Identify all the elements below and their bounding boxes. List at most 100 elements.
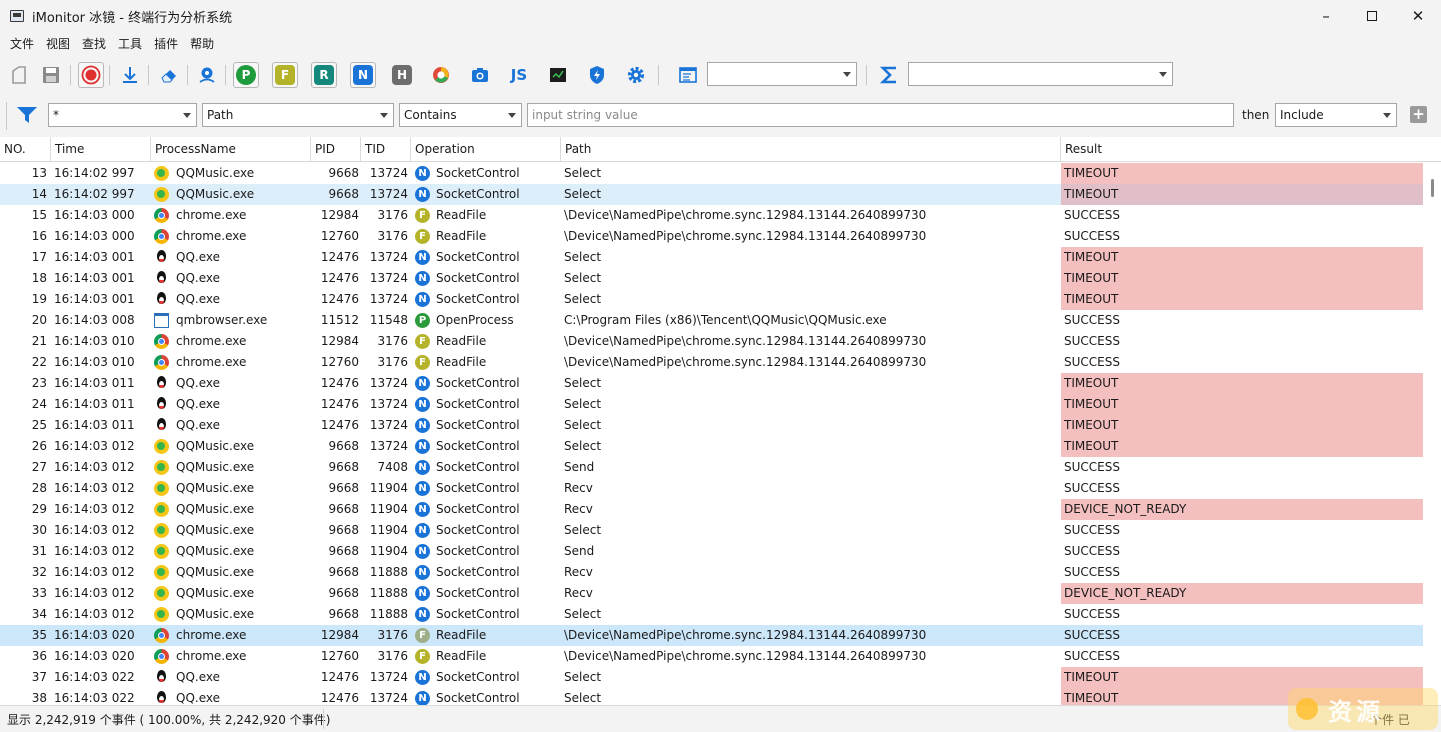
row-time: 16:14:03 020 [54, 649, 135, 663]
menu-file[interactable]: 文件 [4, 34, 40, 54]
watermark-text: 资源 [1328, 697, 1384, 726]
sum-button[interactable] [877, 62, 903, 88]
row-process-name: QQMusic.exe [176, 439, 255, 453]
row-pid: 12760 [320, 649, 359, 663]
operation-type-icon: N [415, 418, 430, 433]
file-filter-button[interactable]: F [272, 62, 298, 88]
clear-button[interactable] [156, 62, 182, 88]
column-header-result[interactable]: Result [1061, 137, 1441, 162]
registry-filter-button[interactable]: R [311, 62, 337, 88]
screenshot-button[interactable] [467, 62, 493, 88]
settings-button[interactable] [623, 62, 649, 88]
event-log-button[interactable] [675, 62, 701, 88]
registry-badge-icon: R [314, 65, 334, 85]
table-row[interactable]: 20 16:14:03 008 qmbrowser.exe 11512 11548 P Op… [0, 310, 1423, 331]
table-row[interactable]: 38 16:14:03 022 QQ.exe 12476 13724 N SocketCon… [0, 688, 1423, 705]
menu-tools[interactable]: 工具 [112, 34, 148, 54]
table-row[interactable]: 36 16:14:03 020 chrome.exe 12760 3176 F ReadFi… [0, 646, 1423, 667]
column-header-tid[interactable]: TID [361, 137, 411, 162]
column-header-time[interactable]: Time [51, 137, 151, 162]
table-row[interactable]: 16 16:14:03 000 chrome.exe 12760 3176 F ReadFi… [0, 226, 1423, 247]
table-row[interactable]: 19 16:14:03 001 QQ.exe 12476 13724 N SocketCon… [0, 289, 1423, 310]
table-row[interactable]: 25 16:14:03 011 QQ.exe 12476 13724 N SocketCon… [0, 415, 1423, 436]
table-row[interactable]: 17 16:14:03 001 QQ.exe 12476 13724 N SocketCon… [0, 247, 1423, 268]
table-row[interactable]: 29 16:14:03 012 QQMusic.exe 9668 11904 N Socke… [0, 499, 1423, 520]
menu-find[interactable]: 查找 [76, 34, 112, 54]
aggregate-select[interactable] [908, 62, 1173, 86]
qq-process-icon [154, 250, 169, 265]
network-filter-button[interactable]: N [350, 62, 376, 88]
location-button[interactable] [194, 62, 220, 88]
qqmusic-process-icon [154, 166, 169, 181]
menu-help[interactable]: 帮助 [184, 34, 220, 54]
menu-plugins[interactable]: 插件 [148, 34, 184, 54]
download-button[interactable] [117, 62, 143, 88]
field-filter-value: Path [207, 108, 234, 122]
operation-type-icon: F [415, 208, 430, 223]
app-icon [10, 10, 24, 22]
table-row[interactable]: 37 16:14:03 022 QQ.exe 12476 13724 N SocketCon… [0, 667, 1423, 688]
scrollbar-thumb[interactable] [1431, 179, 1434, 197]
table-row[interactable]: 34 16:14:03 012 QQMusic.exe 9668 11888 N Socke… [0, 604, 1423, 625]
operation-type-icon: N [415, 523, 430, 538]
hook-button[interactable]: H [389, 62, 415, 88]
record-button[interactable] [78, 62, 104, 88]
process-filter-button[interactable]: P [233, 62, 259, 88]
action-select[interactable]: Include [1275, 103, 1397, 127]
log-select[interactable] [707, 62, 857, 86]
chrome-process-icon [154, 628, 169, 643]
menu-view[interactable]: 视图 [40, 34, 76, 54]
table-row[interactable]: 21 16:14:03 010 chrome.exe 12984 3176 F ReadFi… [0, 331, 1423, 352]
shield-button[interactable] [584, 62, 610, 88]
table-row[interactable]: 31 16:14:03 012 QQMusic.exe 9668 11904 N Socke… [0, 541, 1423, 562]
color-wheel-icon [433, 67, 449, 83]
table-row[interactable]: 14 16:14:02 997 QQMusic.exe 9668 13724 N Socke… [0, 184, 1423, 205]
table-row[interactable]: 26 16:14:03 012 QQMusic.exe 9668 13724 N Socke… [0, 436, 1423, 457]
row-time: 16:14:03 010 [54, 334, 135, 348]
table-row[interactable]: 28 16:14:03 012 QQMusic.exe 9668 11904 N Socke… [0, 478, 1423, 499]
table-row[interactable]: 23 16:14:03 011 QQ.exe 12476 13724 N SocketCon… [0, 373, 1423, 394]
new-button[interactable] [6, 62, 32, 88]
filter-value-input[interactable] [527, 103, 1234, 127]
chrome-process-icon [154, 355, 169, 370]
row-pid: 12476 [320, 670, 359, 684]
save-button[interactable] [38, 62, 64, 88]
terminal-button[interactable] [545, 62, 571, 88]
table-row[interactable]: 32 16:14:03 012 QQMusic.exe 9668 11888 N Socke… [0, 562, 1423, 583]
field-filter-select[interactable]: Path [202, 103, 394, 127]
table-row[interactable]: 30 16:14:03 012 QQMusic.exe 9668 11904 N Socke… [0, 520, 1423, 541]
operation-type-icon: N [415, 166, 430, 181]
row-tid: 13724 [369, 670, 408, 684]
column-header-pid[interactable]: PID [311, 137, 361, 162]
color-button[interactable] [428, 62, 454, 88]
column-header-path[interactable]: Path [561, 137, 1061, 162]
table-row[interactable]: 22 16:14:03 010 chrome.exe 12760 3176 F ReadFi… [0, 352, 1423, 373]
column-header-process[interactable]: ProcessName [151, 137, 311, 162]
event-table: NO. Time ProcessName PID TID Operation P… [0, 137, 1441, 705]
condition-select[interactable]: Contains [399, 103, 522, 127]
minimize-button[interactable]: – [1303, 0, 1349, 32]
table-row[interactable]: 35 16:14:03 020 chrome.exe 12984 3176 F ReadFi… [0, 625, 1423, 646]
column-header-operation[interactable]: Operation [411, 137, 561, 162]
close-button[interactable]: ✕ [1395, 0, 1441, 32]
vertical-scrollbar[interactable] [1426, 163, 1441, 705]
script-button[interactable]: JS [506, 62, 532, 88]
row-operation: SocketControl [436, 460, 520, 474]
table-row[interactable]: 33 16:14:03 012 QQMusic.exe 9668 11888 N Socke… [0, 583, 1423, 604]
table-row[interactable]: 13 16:14:02 997 QQMusic.exe 9668 13724 N Socke… [0, 163, 1423, 184]
add-filter-button[interactable]: + [1410, 106, 1427, 123]
process-badge-icon: P [236, 65, 256, 85]
row-result: SUCCESS [1064, 313, 1120, 327]
filter-button[interactable] [16, 105, 38, 128]
maximize-button[interactable] [1349, 0, 1395, 32]
table-row[interactable]: 27 16:14:03 012 QQMusic.exe 9668 7408 N Socket… [0, 457, 1423, 478]
operation-type-icon: N [415, 397, 430, 412]
table-row[interactable]: 18 16:14:03 001 QQ.exe 12476 13724 N SocketCon… [0, 268, 1423, 289]
process-filter-select[interactable]: * [48, 103, 197, 127]
camera-icon [472, 68, 488, 82]
table-row[interactable]: 15 16:14:03 000 chrome.exe 12984 3176 F ReadFi… [0, 205, 1423, 226]
filter-bar: * Path Contains then Include + [0, 98, 1441, 134]
column-header-no[interactable]: NO. [0, 137, 51, 162]
table-row[interactable]: 24 16:14:03 011 QQ.exe 12476 13724 N SocketCon… [0, 394, 1423, 415]
operation-type-icon: P [415, 313, 430, 328]
